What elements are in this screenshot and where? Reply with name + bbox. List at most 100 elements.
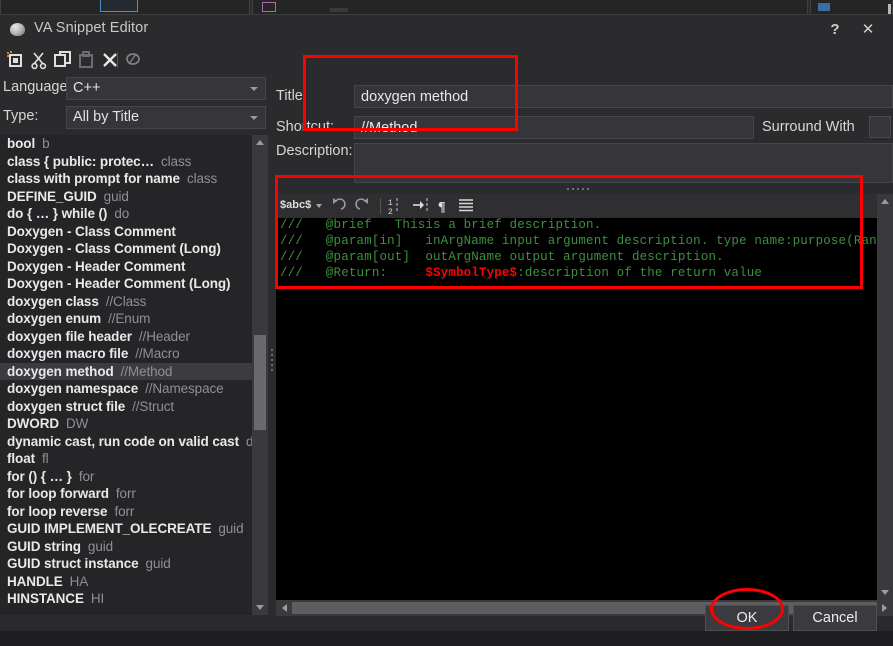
scope-dropdown[interactable]: $abc$ (278, 196, 324, 215)
vertical-splitter[interactable] (268, 77, 276, 622)
chevron-down-icon (316, 204, 322, 208)
delete-icon[interactable] (100, 50, 122, 70)
cut-icon[interactable] (29, 50, 51, 70)
redo-icon[interactable] (353, 196, 373, 216)
find-icon[interactable] (124, 50, 146, 70)
svg-text:¶: ¶ (438, 200, 446, 215)
description-label: Description: (276, 143, 353, 159)
snippet-list-item[interactable]: Doxygen - Header Comment (Long) (0, 275, 252, 293)
splitter-dot (271, 369, 273, 371)
code-symbol-token: $SymbolType$ (425, 266, 518, 280)
dialog-titlebar[interactable]: VA Snippet Editor ? ✕ (0, 15, 893, 44)
snippet-shortcut: fl (42, 451, 49, 466)
snippet-list-item[interactable]: Doxygen - Header Comment (0, 258, 252, 276)
snippet-list-item[interactable]: doxygen namespace //Namespace (0, 380, 252, 398)
snippet-title: doxygen class (7, 293, 99, 309)
snippet-code-editor: $abc$ 1 2 ¶ /// @brief Thisis a brief de… (276, 194, 877, 600)
pilcrow-icon[interactable]: ¶ (434, 196, 454, 216)
snippet-list-item[interactable]: doxygen class //Class (0, 293, 252, 311)
snippet-shortcut: class (161, 153, 192, 169)
scrollbar-thumb[interactable] (254, 335, 266, 430)
snippet-list-item[interactable]: class { public: protec… class (0, 153, 252, 171)
snippet-list-item[interactable]: for loop forward forr (0, 485, 252, 503)
description-input[interactable] (354, 143, 893, 183)
editor-vertical-scrollbar[interactable] (877, 194, 893, 600)
snippet-shortcut: //Method (120, 363, 173, 379)
snippet-shortcut: //Namespace (145, 381, 224, 396)
snippet-shortcut: //Header (138, 328, 190, 344)
splitter-dot (577, 188, 579, 190)
title-input[interactable] (354, 85, 893, 108)
snippet-title: class with prompt for name (7, 171, 180, 186)
snippet-title: doxygen file header (7, 328, 132, 344)
copy-icon[interactable] (53, 50, 75, 70)
snippet-title: GUID string (7, 538, 81, 554)
snippet-title: bool (7, 136, 36, 151)
snippet-list-item[interactable]: class with prompt for name class (0, 170, 252, 188)
code-text-area[interactable]: /// @brief Thisis a brief description. //… (276, 218, 877, 600)
line-numbers-icon[interactable]: 1 2 (386, 196, 406, 217)
snippet-list-item[interactable]: doxygen macro file //Macro (0, 345, 252, 363)
close-button[interactable]: ✕ (853, 19, 883, 41)
snippet-shortcut: DW (66, 416, 89, 431)
snippet-list-item[interactable]: HANDLE HA (0, 573, 252, 591)
snippet-list-item[interactable]: doxygen enum //Enum (0, 310, 252, 328)
snippet-list-item[interactable]: do { … } while () do (0, 205, 252, 223)
help-button[interactable]: ? (820, 19, 850, 41)
language-label: Language: (3, 79, 72, 95)
ok-button[interactable]: OK (705, 605, 789, 631)
code-line: /// @param[in] inArgName input argument … (276, 234, 877, 250)
splitter-dot (582, 188, 584, 190)
cancel-button[interactable]: Cancel (793, 605, 877, 631)
snippet-list-item[interactable]: GUID IMPLEMENT_OLECREATE guid (0, 520, 252, 538)
snippet-list-item[interactable]: DWORD DW (0, 415, 252, 433)
snippet-list-item[interactable]: DEFINE_GUID guid (0, 188, 252, 206)
scroll-down-arrow-icon[interactable] (877, 584, 893, 600)
scroll-up-arrow-icon[interactable] (877, 194, 893, 210)
undo-icon[interactable] (328, 196, 348, 216)
code-comment-token: :description of the return value (517, 266, 763, 280)
snippet-list-item[interactable]: doxygen file header //Header (0, 328, 252, 346)
code-line: /// @brief Thisis a brief description. (276, 218, 877, 234)
snippet-shortcut: //Class (105, 293, 147, 309)
shortcut-input[interactable] (354, 116, 754, 139)
snippet-list-item[interactable]: float fl (0, 450, 252, 468)
code-line: /// @param[out] outArgName output argume… (276, 250, 877, 266)
snippet-list-item[interactable]: dynamic cast, run code on valid castdy (0, 433, 252, 451)
horizontal-splitter[interactable] (276, 185, 893, 193)
chevron-down-icon (250, 87, 258, 91)
splitter-dot (572, 188, 574, 190)
snippet-title: for loop reverse (7, 503, 108, 519)
snippet-title: Doxygen - Class Comment (7, 223, 176, 239)
snippet-list[interactable]: bool b class { public: protec… class class w… (0, 135, 252, 615)
type-dropdown[interactable]: All by Title (66, 106, 266, 129)
snippet-list-item[interactable]: GUID struct instance guid (0, 555, 252, 573)
editor-toolbar-separator (380, 198, 381, 214)
snippet-list-item[interactable]: GUID string guid (0, 538, 252, 556)
snippet-list-item[interactable]: Doxygen - Class Comment (0, 223, 252, 241)
splitter-dot (587, 188, 589, 190)
language-dropdown[interactable]: C++ (66, 77, 266, 100)
app-globe-icon (10, 23, 25, 36)
snippet-list-item[interactable]: doxygen struct file //Struct (0, 398, 252, 416)
insert-tab-icon[interactable] (411, 196, 431, 216)
word-wrap-icon[interactable] (456, 196, 476, 216)
snippet-title: doxygen enum (7, 311, 102, 326)
surround-with-checkbox[interactable] (869, 116, 891, 138)
snippet-list-item[interactable]: for loop reverse forr (0, 503, 252, 521)
snippet-list-scrollbar[interactable] (252, 135, 268, 615)
snippet-browser-pane: Language: C++ Type: All by Title bool b cl… (0, 77, 268, 622)
scroll-up-arrow-icon[interactable] (252, 135, 268, 151)
snippet-list-item[interactable]: Doxygen - Class Comment (Long) (0, 240, 252, 258)
snippet-shortcut: HI (90, 591, 105, 606)
language-value: C++ (73, 80, 101, 96)
snippet-title: for loop forward (7, 486, 109, 501)
new-snippet-icon[interactable] (5, 50, 27, 70)
snippet-list-item[interactable]: doxygen method //Method (0, 362, 252, 380)
snippet-shortcut: for (78, 468, 95, 484)
snippet-shortcut: //Enum (108, 311, 151, 326)
scope-label: $abc$ (280, 199, 312, 211)
snippet-title: DWORD (7, 416, 59, 431)
snippet-list-item[interactable]: for () { … } for (0, 468, 252, 486)
snippet-list-item[interactable]: bool b (0, 135, 252, 153)
